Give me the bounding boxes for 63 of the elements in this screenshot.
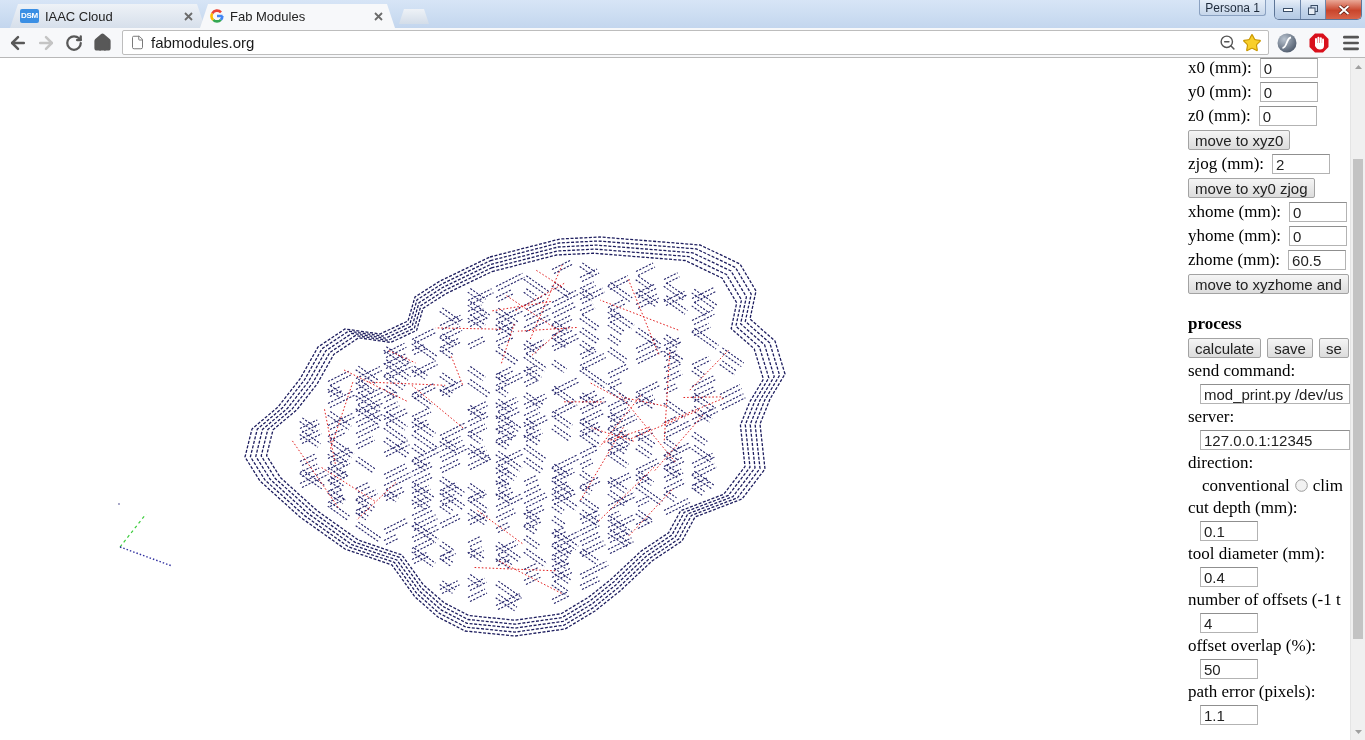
home-icon [92, 33, 112, 52]
field-label: x0 (mm): [1188, 58, 1252, 78]
panel-button[interactable]: se [1318, 338, 1349, 358]
page-icon [130, 35, 145, 50]
input-field[interactable]: 0.4 [1200, 567, 1258, 587]
field-label: yhome (mm): [1188, 226, 1281, 246]
scrollbar[interactable] [1350, 58, 1365, 740]
site-icon [210, 9, 224, 23]
restore-button[interactable] [1300, 0, 1325, 19]
input-field[interactable]: 50 [1200, 659, 1258, 679]
input-field[interactable]: 60.5 [1288, 250, 1347, 270]
input-field[interactable]: 0.1 [1200, 521, 1258, 541]
minimize-icon [1282, 7, 1293, 12]
input-field[interactable]: 0 [1289, 202, 1347, 222]
scrollbar-thumb[interactable] [1353, 159, 1363, 639]
close-window-button[interactable] [1325, 0, 1361, 19]
field-label: server: [1188, 407, 1235, 427]
panel-button[interactable]: save [1267, 338, 1313, 358]
field-label: zhome (mm): [1188, 250, 1281, 270]
field-label: path error (pixels): [1188, 682, 1316, 702]
field-label: tool diameter (mm): [1188, 544, 1325, 564]
address-bar[interactable]: fabmodules.org [122, 30, 1269, 55]
input-field[interactable]: 0 [1259, 58, 1318, 78]
minimize-button[interactable] [1275, 0, 1300, 19]
browser-tab[interactable]: Fab Modules [200, 4, 395, 28]
browser-tab[interactable]: DSM IAAC Cloud [10, 4, 205, 28]
stop-hand-icon [1309, 32, 1329, 53]
extension-icon [1277, 32, 1297, 53]
close-icon[interactable] [184, 11, 193, 21]
axes-drawing [118, 503, 173, 567]
close-icon[interactable] [374, 11, 383, 21]
panel-button[interactable]: move to xyz0 [1188, 130, 1291, 150]
site-icon: DSM [20, 9, 39, 23]
field-label: cut depth (mm): [1188, 498, 1298, 518]
field-label: xhome (mm): [1188, 202, 1281, 222]
panel-button[interactable]: move to xyzhome and [1188, 274, 1349, 294]
star-icon[interactable] [1242, 32, 1262, 53]
field-label: offset overlap (%): [1188, 636, 1317, 656]
section-heading: process [1188, 314, 1242, 334]
panel-button[interactable]: move to xy0 zjog [1188, 178, 1315, 198]
radio-label: conventional [1202, 475, 1290, 496]
field-label: z0 (mm): [1188, 106, 1251, 126]
panel-button[interactable]: calculate [1188, 338, 1262, 358]
input-field[interactable]: 127.0.0.1:12345 [1200, 430, 1350, 450]
profile-button[interactable]: Persona 1 [1199, 0, 1266, 16]
radio-label: clim [1312, 475, 1344, 496]
radio-button[interactable] [1294, 479, 1308, 492]
field-label: y0 (mm): [1188, 82, 1252, 102]
field-label: number of offsets (-1 t [1188, 590, 1341, 610]
field-label: zjog (mm): [1188, 154, 1264, 174]
reload-icon [65, 33, 83, 52]
field-label: send command: [1188, 361, 1296, 381]
input-field[interactable]: 0 [1258, 106, 1317, 126]
input-field[interactable]: 4 [1200, 613, 1258, 633]
input-field[interactable]: 0 [1289, 226, 1347, 246]
close-icon [1337, 4, 1350, 15]
restore-icon [1308, 4, 1318, 15]
input-field[interactable]: 1.1 [1200, 705, 1258, 725]
zoom-out-icon[interactable] [1219, 34, 1236, 51]
input-field[interactable]: mod_print.py /dev/us [1200, 384, 1350, 404]
input-field[interactable]: 2 [1272, 154, 1330, 174]
field-label: direction: [1188, 453, 1254, 473]
input-field[interactable]: 0 [1259, 82, 1318, 102]
